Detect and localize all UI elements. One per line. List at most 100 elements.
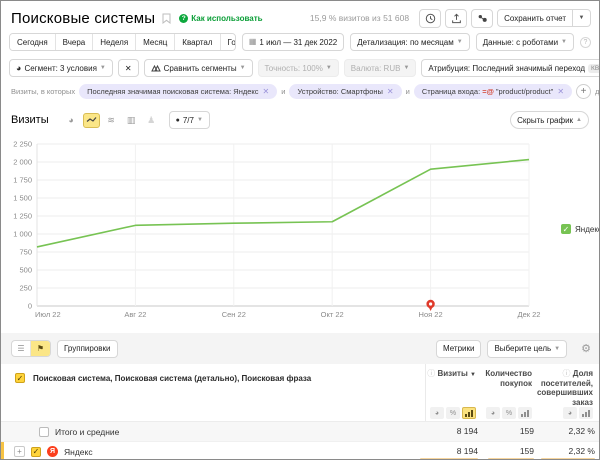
column-header-share[interactable]: ⓘ Доля посетителей, совершивших заказ bbox=[535, 369, 593, 407]
close-icon[interactable]: ✕ bbox=[387, 87, 394, 96]
svg-text:1 500: 1 500 bbox=[13, 194, 32, 203]
chevron-down-icon: ▼ bbox=[100, 65, 106, 71]
table-row-yandex[interactable]: + ✓ Я Яндекс 8 194 159 2,32 % bbox=[1, 441, 600, 460]
detalization-button[interactable]: Детализация: по месяцам ▼ bbox=[350, 33, 469, 51]
grouping-row: ✓ Поисковая система, Поисковая система (… bbox=[1, 367, 425, 389]
preset-week[interactable]: Неделя bbox=[93, 34, 136, 50]
bars-mode-button[interactable] bbox=[579, 407, 593, 419]
preset-yesterday[interactable]: Вчера bbox=[56, 34, 94, 50]
calendar-icon: ▦ bbox=[249, 38, 257, 46]
expand-row-button[interactable]: + bbox=[14, 446, 25, 457]
export-icon bbox=[451, 13, 462, 24]
column-header-visits[interactable]: ⓘ Визиты ▼ bbox=[412, 369, 476, 379]
bar-chart-type-button[interactable]: ▥ bbox=[123, 113, 140, 128]
svg-text:2 000: 2 000 bbox=[13, 158, 32, 167]
chevron-down-icon: ▼ bbox=[326, 65, 332, 71]
hide-graph-button[interactable]: Скрыть график ▲ bbox=[510, 111, 589, 129]
currency-button[interactable]: Валюта: RUB ▼ bbox=[344, 59, 417, 77]
close-icon[interactable]: ✕ bbox=[557, 87, 564, 96]
metrics-button[interactable]: Метрики bbox=[436, 340, 482, 358]
pie-mode-button[interactable]: ◕ bbox=[486, 407, 500, 419]
row-checkbox[interactable]: ✓ bbox=[31, 447, 41, 457]
save-report-caret[interactable]: ▼ bbox=[573, 9, 591, 27]
grouping-checkbox[interactable]: ✓ bbox=[15, 373, 25, 383]
svg-text:Авг 22: Авг 22 bbox=[124, 310, 146, 319]
share-display-modes: ◕ bbox=[563, 407, 593, 419]
report-header: Поисковые системы ? Как использовать 15,… bbox=[11, 7, 591, 29]
percent-mode-button[interactable]: % bbox=[446, 407, 460, 419]
segment-button[interactable]: ◕ Сегмент: 3 условия ▼ bbox=[9, 59, 113, 77]
svg-text:Окт 22: Окт 22 bbox=[321, 310, 344, 319]
legend-item-yandex[interactable]: ✓ Яндекс bbox=[561, 224, 600, 234]
attribution-badge: КВ bbox=[588, 64, 600, 73]
filter-chip-search-system[interactable]: Последняя значимая поисковая система: Ян… bbox=[79, 84, 277, 99]
yandex-share-value: 2,32 % bbox=[569, 446, 595, 456]
svg-text:0: 0 bbox=[28, 302, 32, 311]
save-report-button[interactable]: Сохранить отчет bbox=[497, 9, 573, 27]
filter-chip-entry-page[interactable]: Страница входа: =@ "product/product" ✕ bbox=[414, 84, 572, 99]
column-header-purchases[interactable]: Количество покупок bbox=[482, 369, 532, 388]
line-chart-icon bbox=[86, 116, 97, 124]
purchases-display-modes: ◕ % bbox=[486, 407, 532, 419]
line-chart-type-button[interactable] bbox=[83, 113, 100, 128]
choose-goal-button[interactable]: Выберите цель ▼ bbox=[487, 340, 567, 358]
accuracy-button[interactable]: Точность: 100% ▼ bbox=[258, 59, 339, 77]
add-visit-condition-button[interactable]: + bbox=[576, 84, 591, 99]
question-icon[interactable]: ? bbox=[580, 37, 591, 48]
pie-mode-button[interactable]: ◕ bbox=[563, 407, 577, 419]
svg-text:1 000: 1 000 bbox=[13, 230, 32, 239]
preset-today[interactable]: Сегодня bbox=[10, 34, 56, 50]
svg-text:Ноя 22: Ноя 22 bbox=[419, 310, 443, 319]
attribution-button[interactable]: Атрибуция: Последний значимый переход КВ… bbox=[421, 59, 600, 77]
groupings-button[interactable]: Группировки bbox=[57, 340, 118, 358]
map-chart-type-button[interactable]: ♟ bbox=[143, 113, 160, 128]
chevron-down-icon: ▼ bbox=[197, 117, 203, 123]
filter-chip-device[interactable]: Устройство: Смартфоны ✕ bbox=[289, 84, 401, 99]
chart-canvas[interactable]: 02505007501 0001 2501 5001 7502 0002 250… bbox=[1, 136, 600, 328]
segment-pie-icon: ◕ bbox=[16, 64, 21, 73]
list-view-button[interactable]: ☰ bbox=[12, 341, 31, 356]
clock-icon bbox=[425, 13, 436, 24]
svg-text:Сен 22: Сен 22 bbox=[222, 310, 246, 319]
date-range-button[interactable]: ▦ 1 июл — 31 дек 2022 bbox=[242, 33, 344, 51]
series-dot-icon: ● bbox=[176, 117, 180, 124]
integrations-button[interactable] bbox=[471, 9, 493, 28]
area-chart-type-button[interactable]: ≋ bbox=[103, 113, 120, 128]
chevron-down-icon: ▼ bbox=[240, 65, 246, 71]
bars-mode-button[interactable] bbox=[518, 407, 532, 419]
clear-segment-button[interactable]: ✕ bbox=[118, 59, 139, 77]
preset-year[interactable]: Год bbox=[221, 34, 236, 50]
close-icon[interactable]: ✕ bbox=[263, 87, 270, 96]
help-icon: ? bbox=[179, 14, 188, 23]
chevron-down-icon: ▼ bbox=[403, 65, 409, 71]
table-row-totals[interactable]: Итого и средние 8 194 159 2,32 % bbox=[1, 421, 600, 441]
chevron-down-icon: ▼ bbox=[579, 15, 585, 21]
totals-visits-value: 8 194 bbox=[457, 426, 478, 436]
gear-icon[interactable]: ⚙ bbox=[581, 342, 591, 355]
bars-mode-button[interactable] bbox=[462, 407, 476, 419]
series-counter-button[interactable]: ● 7/7 ▼ bbox=[169, 111, 210, 129]
export-button[interactable] bbox=[445, 9, 467, 28]
history-button[interactable] bbox=[419, 9, 441, 28]
how-to-use-link[interactable]: ? Как использовать bbox=[179, 14, 262, 23]
svg-text:250: 250 bbox=[19, 284, 32, 293]
bars-icon bbox=[465, 410, 473, 417]
period-presets: Сегодня Вчера Неделя Месяц Квартал Год bbox=[9, 33, 236, 51]
data-mode-button[interactable]: Данные: с роботами ▼ bbox=[476, 33, 574, 51]
chevron-up-icon: ▲ bbox=[576, 117, 582, 123]
pie-mode-button[interactable]: ◕ bbox=[430, 407, 444, 419]
legend-checkbox[interactable]: ✓ bbox=[561, 224, 571, 234]
yandex-purchases-value: 159 bbox=[520, 446, 534, 456]
pie-chart-type-button[interactable]: ◕ bbox=[63, 113, 80, 128]
info-icon: ⓘ bbox=[563, 369, 571, 378]
preset-quarter[interactable]: Квартал bbox=[175, 34, 220, 50]
selected-row-indicator bbox=[1, 442, 4, 460]
compare-segments-button[interactable]: Сравнить сегменты ▼ bbox=[144, 59, 253, 77]
preset-month[interactable]: Месяц bbox=[136, 34, 175, 50]
row-checkbox[interactable] bbox=[39, 427, 49, 437]
bookmark-icon[interactable] bbox=[162, 13, 171, 24]
percent-mode-button[interactable]: % bbox=[502, 407, 516, 419]
svg-text:2 250: 2 250 bbox=[13, 140, 32, 149]
metrica-report-page: Поисковые системы ? Как использовать 15,… bbox=[0, 0, 600, 460]
tree-view-button[interactable]: ⚑ bbox=[31, 341, 50, 356]
